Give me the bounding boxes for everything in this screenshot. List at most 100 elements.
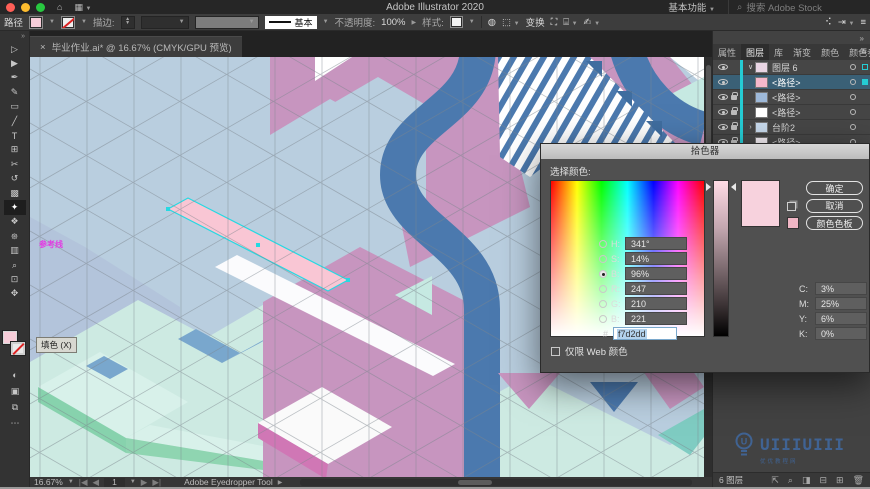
delete-layer-icon[interactable]: 🗑	[853, 475, 864, 486]
new-layer-icon[interactable]: ⊞	[836, 475, 844, 486]
cmyk-value-field[interactable]: 25%	[815, 297, 867, 310]
opacity-value[interactable]: 100%	[381, 17, 405, 28]
stroke-weight-stepper[interactable]: ▲ ▼	[120, 15, 135, 29]
visibility-eye-icon[interactable]	[718, 124, 728, 130]
cmyk-value-field[interactable]: 3%	[815, 282, 867, 295]
eyedropper-tool[interactable]: ✦	[3, 200, 26, 215]
collect-for-export-icon[interactable]: ⇱	[771, 475, 779, 486]
transform-label[interactable]: 变换	[526, 15, 545, 29]
artboard-number-field[interactable]: 1	[104, 477, 125, 487]
target-circle-icon[interactable]	[850, 94, 856, 100]
layer-thumbnail[interactable]	[755, 106, 768, 118]
layer-row[interactable]: <路径>	[713, 89, 870, 105]
panel-tab-图层[interactable]: 图层	[741, 44, 770, 60]
panel-tab-库[interactable]: 库	[769, 44, 788, 60]
layer-name[interactable]: <路径>	[772, 76, 850, 89]
graph-tool[interactable]: ▥	[4, 243, 26, 257]
hand-tool[interactable]: ✥	[4, 287, 26, 301]
target-circle-icon[interactable]	[850, 124, 856, 130]
hex-input[interactable]: f7d2dd	[613, 327, 677, 340]
type-tool[interactable]: T	[4, 128, 26, 142]
fill-chevron-icon[interactable]: ▼	[49, 19, 55, 25]
symbol-sprayer-tool[interactable]: ᪥	[4, 229, 26, 243]
lock-icon[interactable]	[731, 106, 738, 115]
brightness-slider[interactable]	[713, 180, 729, 337]
color-swatches-button[interactable]: 颜色色板	[806, 216, 863, 230]
component-radio[interactable]	[599, 254, 607, 263]
component-radio[interactable]	[599, 314, 607, 323]
panel-tab-颜色[interactable]: 颜色	[816, 44, 844, 60]
gamut-color-swatch[interactable]	[787, 217, 799, 229]
visibility-eye-icon[interactable]	[718, 109, 728, 115]
tab-close-icon[interactable]: ×	[40, 42, 46, 53]
new-sublayer-icon[interactable]: ⊟	[819, 475, 827, 486]
layer-name[interactable]: <路径>	[772, 106, 850, 119]
component-radio[interactable]	[599, 239, 607, 248]
direct-selection-tool[interactable]: ▶	[4, 56, 26, 70]
shape-builder-icon[interactable]: ✍ ▼	[584, 17, 601, 28]
target-circle-icon[interactable]	[850, 109, 856, 115]
artboard-chevron-icon[interactable]: ▼	[130, 479, 136, 485]
style-swatch[interactable]	[449, 16, 463, 28]
layer-row[interactable]: ∨ 图层 6	[713, 59, 870, 75]
rectangle-tool[interactable]: ▭	[4, 100, 26, 114]
lock-icon[interactable]	[731, 91, 738, 100]
panel-tab-属性[interactable]: 属性	[713, 44, 741, 60]
panel-tab-渐变[interactable]: 渐变	[788, 44, 816, 60]
zoom-tool[interactable]: ⌕	[4, 258, 26, 272]
layer-name[interactable]: <路径>	[772, 91, 850, 104]
visibility-eye-icon[interactable]	[718, 79, 728, 85]
artboard-nav-tool[interactable]: ⊡	[4, 272, 26, 286]
slider-handle-left-icon[interactable]	[706, 183, 711, 191]
web-gamut-cube-icon[interactable]	[787, 202, 796, 211]
panel-collapse-icon[interactable]: »	[860, 34, 864, 43]
document-tab[interactable]: × 毕业作业.ai* @ 16.67% (CMYK/GPU 预览)	[30, 36, 242, 57]
preferences-grid-icon[interactable]: ⬚ ▼	[502, 17, 520, 28]
target-circle-icon[interactable]	[850, 64, 856, 70]
cmyk-value-field[interactable]: 0%	[815, 327, 867, 340]
width-profile-dropdown[interactable]: ▼	[194, 15, 259, 29]
tools-collapse-icon[interactable]: »	[0, 31, 29, 42]
first-artboard-icon[interactable]: |◀	[79, 477, 88, 488]
component-value-field[interactable]: 247	[625, 282, 687, 295]
visibility-eye-icon[interactable]	[718, 64, 728, 70]
component-value-field[interactable]: 96%	[625, 267, 687, 280]
layer-name[interactable]: 图层 6	[772, 61, 850, 74]
horizontal-scrollbar[interactable]	[300, 478, 692, 486]
brush-chevron-icon[interactable]: ▼	[323, 19, 329, 25]
curvature-tool[interactable]: ✎	[4, 85, 26, 99]
component-radio[interactable]	[599, 284, 607, 293]
fill-color-swatch[interactable]	[29, 15, 44, 29]
scissors-tool[interactable]: ✂	[4, 157, 26, 171]
component-value-field[interactable]: 14%	[625, 252, 687, 265]
blend-tool[interactable]: ❖	[4, 215, 26, 229]
component-value-field[interactable]: 210	[625, 297, 687, 310]
zoom-chevron-icon[interactable]: ▼	[68, 479, 74, 485]
layer-thumbnail[interactable]	[755, 91, 768, 103]
screen-mode-button[interactable]: ⧉	[4, 399, 26, 415]
workspace-switcher[interactable]: 基本功能 ▼	[668, 0, 715, 14]
make-mask-icon[interactable]: ◨	[802, 475, 811, 486]
gradient-tool[interactable]: ▩	[4, 186, 26, 200]
panel-menu-icon[interactable]: ≡	[861, 46, 867, 57]
component-value-field[interactable]: 221	[625, 312, 687, 325]
align-icon[interactable]: ⛶	[551, 17, 558, 28]
more-tools-button[interactable]: ⋯	[4, 415, 26, 431]
web-only-checkbox[interactable]	[551, 346, 560, 356]
ok-button[interactable]: 确定	[806, 181, 863, 195]
layer-name[interactable]: 台阶2	[772, 121, 850, 134]
current-tool-label[interactable]: Adobe Eyedropper Tool	[184, 477, 273, 487]
stroke-swatch[interactable]	[11, 342, 25, 355]
component-radio[interactable]	[599, 299, 607, 308]
stroke-weight-dropdown[interactable]: ▼	[140, 15, 189, 29]
workspace-grid-icon[interactable]: ⠪	[825, 17, 832, 28]
component-radio[interactable]	[599, 269, 607, 278]
drawing-mode-button[interactable]: ▣	[4, 383, 26, 399]
expander-icon[interactable]: ∨	[746, 63, 755, 71]
pen-tool[interactable]: ✒	[4, 71, 26, 85]
artboard-tool[interactable]: ⊞	[4, 143, 26, 157]
stroke-chevron-icon[interactable]: ▼	[81, 19, 87, 25]
zoom-level[interactable]: 16.67%	[34, 477, 63, 487]
visibility-eye-icon[interactable]	[718, 94, 728, 100]
opacity-expand-icon[interactable]: ▶	[411, 19, 416, 26]
